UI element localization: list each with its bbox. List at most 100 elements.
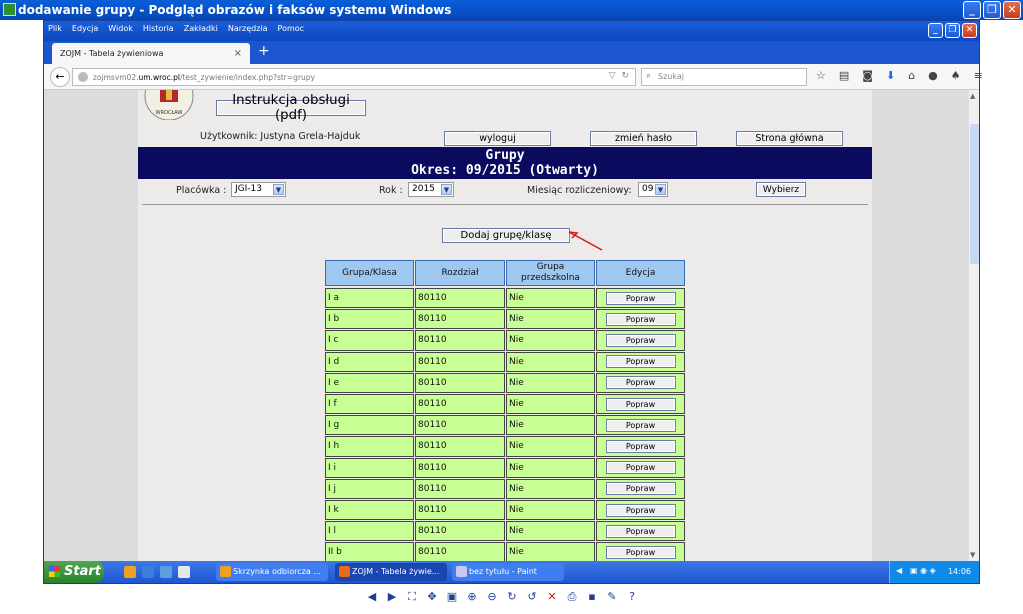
edit-row-button[interactable]: Popraw	[605, 439, 676, 453]
edit-row-button[interactable]: Popraw	[605, 312, 676, 326]
menu-item-historia[interactable]: Historia	[143, 24, 174, 33]
reading-list-icon[interactable]: ▤	[839, 69, 849, 82]
addon-icon[interactable]: ♠	[951, 69, 961, 82]
year-select[interactable]: 2015 ▼	[408, 182, 454, 197]
back-arrow-icon[interactable]: ←	[50, 67, 70, 87]
scroll-thumb[interactable]	[970, 124, 979, 264]
delete-icon[interactable]: ✕	[545, 590, 559, 604]
site-info-icon[interactable]	[78, 72, 88, 82]
tray-arrow-icon[interactable]: ◀	[896, 566, 902, 575]
help-icon[interactable]: ?	[625, 590, 639, 604]
taskbar-item-outlook[interactable]: Skrzynka odbiorcza ...	[216, 563, 328, 581]
change-password-button[interactable]: zmień hasło	[590, 131, 697, 146]
scroll-up-icon[interactable]: ▲	[970, 92, 975, 100]
menu-item-plik[interactable]: Plik	[48, 24, 62, 33]
edit-row-button[interactable]: Popraw	[605, 503, 676, 517]
menu-item-pomoc[interactable]: Pomoc	[278, 24, 305, 33]
table-cell-edit: Popraw	[596, 521, 685, 542]
logout-button[interactable]: wyloguj	[444, 131, 551, 146]
rotate-counterclockwise-icon[interactable]: ↺	[525, 590, 539, 604]
pocket-icon[interactable]: ◙	[862, 69, 873, 82]
table-cell-edit: Popraw	[596, 330, 685, 351]
edit-row-button[interactable]: Popraw	[605, 461, 676, 475]
actual-size-icon[interactable]: ✥	[425, 590, 439, 604]
chat-icon[interactable]: ●	[928, 69, 938, 82]
close-button[interactable]: ✕	[1003, 1, 1021, 19]
bookmark-star-icon[interactable]: ☆	[816, 69, 826, 82]
print-icon[interactable]: ⎙	[565, 590, 579, 604]
zoom-in-icon[interactable]: ⊕	[465, 590, 479, 604]
viewer-toolbar: ◀ ▶ ⛶ ✥ ▣ ⊕ ⊖ ↻ ↺ ✕ ⎙ ▪ ✎?	[365, 590, 639, 604]
rotate-clockwise-icon[interactable]: ↻	[505, 590, 519, 604]
ff-close-button[interactable]: ✕	[962, 23, 977, 38]
home-page-button[interactable]: Strona główna	[736, 131, 843, 146]
edit-icon[interactable]: ✎	[605, 590, 619, 604]
menu-item-widok[interactable]: Widok	[108, 24, 133, 33]
edit-row-button[interactable]: Popraw	[605, 545, 676, 559]
slideshow-icon[interactable]: ▣	[445, 590, 459, 604]
menu-item-narzędzia[interactable]: Narzędzia	[228, 24, 268, 33]
edit-row-button[interactable]: Popraw	[605, 482, 676, 496]
annotation-arrow-icon	[568, 231, 603, 251]
table-cell: Nie	[506, 478, 595, 499]
minimize-button[interactable]: _	[963, 1, 981, 19]
scroll-down-icon[interactable]: ▼	[970, 551, 975, 559]
edit-row-button[interactable]: Popraw	[605, 376, 676, 390]
dropdown-arrow-icon[interactable]: ▽	[609, 71, 616, 81]
page-banner: Grupy Okres: 09/2015 (Otwarty)	[138, 147, 872, 179]
new-tab-icon[interactable]: +	[258, 43, 270, 59]
table-cell: II b	[325, 542, 414, 561]
best-fit-icon[interactable]: ⛶	[405, 590, 419, 604]
edit-row-button[interactable]: Popraw	[605, 524, 676, 538]
taskbar-item-paint[interactable]: bez tytułu - Paint	[452, 563, 564, 581]
vertical-scrollbar[interactable]: ▲ ▼	[968, 90, 979, 561]
edit-row-button[interactable]: Popraw	[605, 291, 676, 305]
add-group-button[interactable]: Dodaj grupę/klasę	[442, 228, 570, 243]
chevron-down-icon: ▼	[441, 184, 452, 195]
previous-icon[interactable]: ◀	[365, 590, 379, 604]
table-cell: 80110	[415, 309, 505, 330]
navigation-bar: ← zojmsvm02.um.wroc.pl/test_zywienie/ind…	[44, 64, 983, 90]
taskbar-item-firefox[interactable]: ZOJM - Tabela żywie...	[335, 563, 447, 581]
table-cell: 80110	[415, 436, 505, 457]
outlook-icon[interactable]	[124, 566, 136, 578]
edit-row-button[interactable]: Popraw	[605, 355, 676, 369]
home-icon[interactable]: ⌂	[908, 69, 915, 82]
reload-icon[interactable]: ↻	[621, 71, 629, 81]
facility-value: JGI-13	[235, 184, 262, 194]
edit-row-button[interactable]: Popraw	[605, 333, 676, 347]
menu-item-zakładki[interactable]: Zakładki	[184, 24, 218, 33]
table-cell: 80110	[415, 415, 505, 436]
table-cell: Nie	[506, 351, 595, 372]
browser-viewport: WROCŁAW Instrukcja obsługi (pdf) Użytkow…	[44, 90, 979, 561]
ff-maximize-button[interactable]: ❐	[945, 23, 960, 38]
download-icon[interactable]: ⬇	[886, 69, 895, 82]
manual-pdf-button[interactable]: Instrukcja obsługi (pdf)	[216, 93, 366, 123]
facility-select[interactable]: JGI-13 ▼	[231, 182, 286, 197]
month-select[interactable]: 09 ▼	[638, 182, 668, 197]
edit-row-button[interactable]: Popraw	[605, 397, 676, 411]
divider	[142, 204, 868, 205]
menu-item-edycja[interactable]: Edycja	[72, 24, 98, 33]
zoom-out-icon[interactable]: ⊖	[485, 590, 499, 604]
search-box[interactable]: ⌕ Szukaj	[641, 68, 807, 86]
table-cell: 80110	[415, 521, 505, 542]
ff-minimize-button[interactable]: _	[928, 23, 943, 38]
hamburger-menu-icon[interactable]: ≡	[974, 69, 983, 82]
edit-row-button[interactable]: Popraw	[605, 418, 676, 432]
browser-tab[interactable]: ZOJM - Tabela żywieniowa ×	[52, 43, 250, 64]
next-icon[interactable]: ▶	[385, 590, 399, 604]
show-desktop-icon[interactable]	[178, 566, 190, 578]
table-cell-edit: Popraw	[596, 372, 685, 393]
choose-button[interactable]: Wybierz	[756, 182, 806, 197]
ie-icon[interactable]	[142, 566, 154, 578]
tab-close-icon[interactable]: ×	[234, 48, 242, 59]
tray-icons[interactable]: ▣ ◉ ◈	[910, 566, 936, 575]
internet-explorer-icon[interactable]	[160, 566, 172, 578]
maximize-button[interactable]: ❐	[983, 1, 1001, 19]
save-icon[interactable]: ▪	[585, 590, 599, 604]
table-cell: Nie	[506, 288, 595, 309]
viewer-title-bar: dodawanie grupy - Podgląd obrazów i faks…	[0, 0, 1023, 20]
address-bar[interactable]: zojmsvm02.um.wroc.pl/test_zywienie/index…	[72, 68, 636, 86]
start-button[interactable]: Start	[44, 561, 104, 583]
